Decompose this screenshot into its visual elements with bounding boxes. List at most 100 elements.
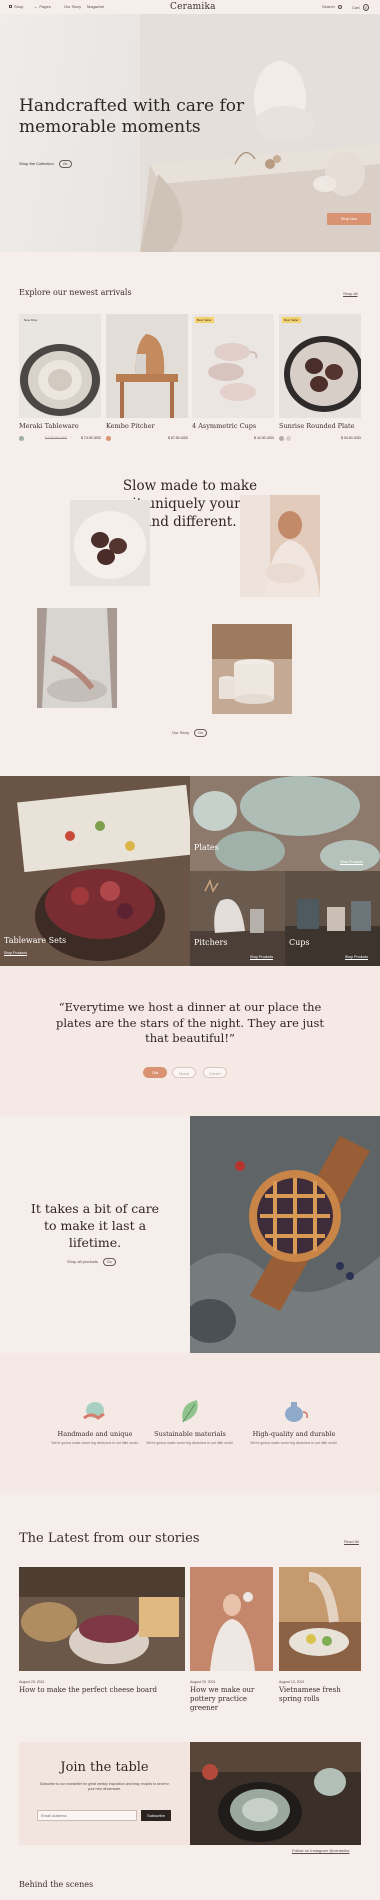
shop-all-products-pill: Go <box>103 1258 116 1266</box>
nav-our-story[interactable]: Our Story <box>64 4 81 9</box>
category-tableware-sets[interactable]: Tableware Sets Shop Products <box>0 776 190 966</box>
product-card[interactable]: Kembo Pitcher $ 67.00 USD <box>106 314 188 441</box>
shop-all-link[interactable]: Shop all <box>343 291 357 296</box>
product-price: $ 74.00 USD <box>80 436 101 440</box>
story-title: Vietnamese fresh spring rolls <box>279 1686 341 1703</box>
product-name: Sunrise Rounded Plate <box>279 422 355 430</box>
nav-magazine[interactable]: Magazine <box>87 4 104 9</box>
search-icon <box>337 4 342 9</box>
shop-collection-link[interactable]: Shop the Collection Go <box>19 160 72 168</box>
product-card[interactable]: Best Seller 4 Asymmetric Cups $ 42.00 US… <box>192 314 274 440</box>
cart-label: Cart <box>352 5 360 10</box>
product-price: $ 42.00 USD <box>253 436 274 440</box>
instagram-link[interactable]: Follow on Instagram @ceramika <box>292 1848 349 1853</box>
feature-title: High-quality and durable <box>252 1430 336 1438</box>
feature-description: We're gonna make some big decisions in o… <box>250 1441 338 1445</box>
logo[interactable]: Ceramika <box>170 2 216 12</box>
top-nav: Shop ⌄ Pages Our Story Magazine Ceramika … <box>0 0 380 14</box>
product-badge: Best Seller <box>282 317 301 323</box>
product-price: $ 67.00 USD <box>167 436 188 440</box>
chevron-down-icon: ⌄ <box>34 4 38 9</box>
stories-title: The Latest from our stories <box>19 1531 200 1546</box>
grid-icon <box>9 5 12 9</box>
nav-shop-label: Shop <box>14 4 24 9</box>
leaf-icon <box>182 1400 198 1423</box>
artisan-photo <box>240 495 320 597</box>
search-label: Search <box>322 4 335 9</box>
cart-count: 0 <box>362 4 369 11</box>
shop-all-products-link[interactable]: Shop all products Go <box>67 1258 116 1266</box>
story-card[interactable]: August 29, 2021 How we make our pottery … <box>190 1567 273 1713</box>
cart-button[interactable]: Cart 0 <box>352 4 369 11</box>
story-title: How we make our pottery practice greener <box>190 1686 255 1712</box>
category-link[interactable]: Shop Products <box>340 860 363 864</box>
product-badge: Best Seller <box>195 317 214 323</box>
product-card[interactable]: New Drop Meraki Tableware $ 100.00 USD $… <box>19 314 101 441</box>
subscribe-button[interactable]: Subscribe <box>141 1810 171 1821</box>
hands-icon <box>83 1402 105 1420</box>
review-author-button[interactable]: Maria <box>172 1067 196 1078</box>
product-name: Meraki Tableware <box>19 422 79 430</box>
category-label: Cups <box>289 938 310 947</box>
review-author-button[interactable]: Daniel <box>203 1067 227 1078</box>
feature-description: We're gonna make some big decisions in o… <box>146 1441 234 1445</box>
color-swatch[interactable] <box>279 436 284 441</box>
story-date: August 13, 2021 <box>279 1680 305 1684</box>
feature-title: Handmade and unique <box>57 1430 133 1438</box>
potter-photo <box>37 608 117 708</box>
nav-pages[interactable]: ⌄ Pages <box>34 4 51 9</box>
category-link[interactable]: Shop Products <box>4 951 27 955</box>
table-setting-photo <box>190 1742 361 1845</box>
plates-stack-photo <box>212 624 292 714</box>
story-card[interactable]: August 29, 2021 How to make the perfect … <box>19 1567 185 1695</box>
product-badge: New Drop <box>24 318 38 322</box>
story-card[interactable]: August 13, 2021 Vietnamese fresh spring … <box>279 1567 361 1704</box>
category-cups[interactable]: Cups Shop Products <box>285 871 380 966</box>
shop-all-products-label: Shop all products <box>67 1259 98 1265</box>
category-label: Tableware Sets <box>4 936 67 945</box>
pitchers-photo <box>190 871 285 966</box>
our-story-link[interactable]: Our Story Go <box>172 729 207 737</box>
product-image: Best Seller <box>279 314 361 418</box>
care-title: It takes a bit of care to make it last a… <box>30 1201 160 1250</box>
category-pitchers[interactable]: Pitchers Shop Products <box>190 871 285 966</box>
category-label: Pitchers <box>194 938 228 947</box>
color-swatch[interactable] <box>286 436 291 441</box>
feature-description: We're gonna make some big decisions in o… <box>51 1441 139 1445</box>
email-input[interactable] <box>37 1810 137 1821</box>
category-plates[interactable]: Plates Shop Products <box>190 776 380 871</box>
newsletter-title: Join the table <box>60 1760 149 1775</box>
product-name: 4 Asymmetric Cups <box>192 422 257 430</box>
arrivals-title: Explore our newest arrivals <box>19 288 132 297</box>
story-date: August 29, 2021 <box>190 1680 216 1684</box>
shop-collection-pill: Go <box>58 160 72 168</box>
cups-photo <box>285 871 380 966</box>
category-link[interactable]: Shop Products <box>345 955 368 959</box>
behind-the-scenes-title: Behind the scenes <box>19 1880 94 1889</box>
search-button[interactable]: Search <box>322 4 342 9</box>
color-swatch[interactable] <box>19 436 24 441</box>
our-story-label: Our Story <box>172 730 190 736</box>
nav-shop[interactable]: Shop <box>9 4 23 9</box>
category-link[interactable]: Shop Products <box>250 955 273 959</box>
hero-section: Handcrafted with care for memorable mome… <box>0 14 380 252</box>
story-date: August 29, 2021 <box>19 1680 45 1684</box>
page: Shop ⌄ Pages Our Story Magazine Ceramika … <box>0 0 380 1900</box>
newsletter-box: Join the table Subscribe to our newslett… <box>19 1742 190 1845</box>
pie-photo <box>190 1116 380 1353</box>
feature-sustainable: Sustainable materials We're gonna make s… <box>140 1396 240 1446</box>
plate-photo <box>70 500 150 586</box>
product-name: Kembo Pitcher <box>106 422 155 430</box>
plates-photo <box>190 776 380 871</box>
shop-collection-label: Shop the Collection <box>19 161 54 167</box>
hero-title: Handcrafted with care for memorable mome… <box>19 96 245 137</box>
hero-shop-button[interactable]: Shop Now <box>327 213 371 225</box>
story-title: How to make the perfect cheese board <box>19 1686 157 1694</box>
review-author-button[interactable]: Ola <box>143 1067 167 1078</box>
read-all-link[interactable]: Read All <box>344 1539 359 1544</box>
feature-title: Sustainable materials <box>154 1430 226 1438</box>
product-card[interactable]: Best Seller Sunrise Rounded Plate $ 34.0… <box>279 314 361 441</box>
story-image <box>279 1567 361 1671</box>
color-swatch[interactable] <box>106 436 111 441</box>
product-image: New Drop <box>19 314 101 418</box>
